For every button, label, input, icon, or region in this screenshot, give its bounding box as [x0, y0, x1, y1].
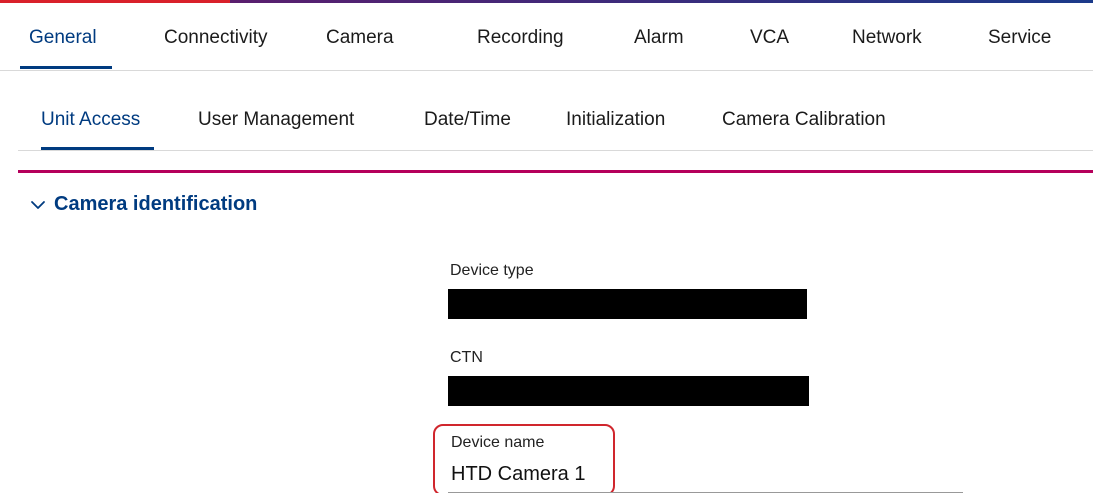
ctn-label: CTN	[450, 349, 483, 366]
tab-recording[interactable]: Recording	[477, 27, 564, 49]
ctn-value-redacted	[448, 376, 809, 406]
tab-camera[interactable]: Camera	[326, 27, 394, 49]
settings-page: General Connectivity Camera Recording Al…	[0, 0, 1093, 493]
subtab-user-management[interactable]: User Management	[198, 109, 354, 131]
device-type-label: Device type	[450, 262, 534, 279]
subtab-unit-access[interactable]: Unit Access	[41, 109, 140, 131]
tab-network[interactable]: Network	[852, 27, 922, 49]
tab-alarm[interactable]: Alarm	[634, 27, 684, 49]
camera-identification-panel: Camera identification Device type CTN De…	[18, 170, 1093, 493]
tab-connectivity[interactable]: Connectivity	[164, 27, 268, 49]
device-name-field[interactable]: HTD Camera 1	[451, 463, 585, 486]
active-subtab-indicator	[41, 147, 154, 150]
tab-vca[interactable]: VCA	[750, 27, 789, 49]
active-tab-indicator	[20, 66, 112, 69]
sub-tab-bar: Unit Access User Management Date/Time In…	[18, 85, 1093, 151]
device-name-label: Device name	[451, 434, 545, 451]
tab-general[interactable]: General	[29, 27, 97, 49]
device-type-value-redacted	[448, 289, 807, 319]
section-title: Camera identification	[54, 193, 258, 215]
subtab-camera-calibration[interactable]: Camera Calibration	[722, 109, 886, 131]
chevron-down-icon	[30, 197, 46, 213]
subtab-date-time[interactable]: Date/Time	[424, 109, 511, 131]
section-toggle-camera-identification[interactable]: Camera identification	[30, 193, 257, 216]
main-tab-bar: General Connectivity Camera Recording Al…	[0, 3, 1093, 71]
tab-service[interactable]: Service	[988, 27, 1051, 49]
subtab-initialization[interactable]: Initialization	[566, 109, 665, 131]
